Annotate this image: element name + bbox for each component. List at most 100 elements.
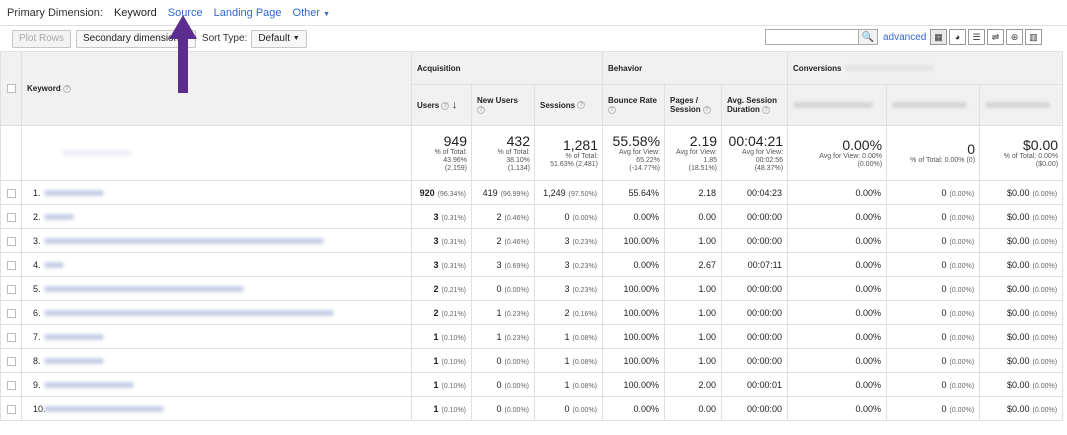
total-sub-line-1: Avg for View: xyxy=(619,149,661,156)
table-row[interactable]: 8. 1 (0.10%) 0 (0.00%) 1 (0.08%) 100.00% 1.… xyxy=(0,348,1064,373)
row-checkbox[interactable] xyxy=(6,404,16,414)
sort-type-select[interactable]: Default ▼ xyxy=(251,29,307,48)
users-percent: (0.21%) xyxy=(441,310,466,318)
blurred-keyword[interactable] xyxy=(44,285,244,292)
table-row[interactable]: 3. 3 (0.31%) 2 (0.46%) 3 (0.23%) 100.00% 1.… xyxy=(0,228,1064,253)
bounce-rate-column-header[interactable]: Bounce Rate? xyxy=(602,84,666,126)
conversion-value-cell: $0.00 (0.00%) xyxy=(979,228,1064,253)
bounce-rate-cell: 100.00% xyxy=(602,372,666,397)
help-icon[interactable]: ? xyxy=(441,101,450,110)
new-users-value: 0 xyxy=(496,355,502,366)
table-view-icon[interactable]: ▦ xyxy=(930,29,947,45)
goal-selector-blurred[interactable] xyxy=(843,64,934,71)
table-row[interactable]: 1. 920 (96.34%) 419 (96.99%) 1,249 (97.50%)… xyxy=(0,180,1064,205)
blurred-keyword[interactable] xyxy=(44,357,104,364)
keyword-cell[interactable]: 7. xyxy=(21,324,412,349)
total-sub-line-1: % of Total: xyxy=(565,153,599,160)
new-users-cell: 0 (0.00%) xyxy=(471,348,535,373)
table-row[interactable]: 9. 1 (0.10%) 0 (0.00%) 1 (0.08%) 100.00% 2.… xyxy=(0,372,1064,397)
sort-desc-arrow-icon[interactable]: ↓ xyxy=(452,99,458,111)
conversion-col1-header[interactable] xyxy=(787,84,888,126)
row-checkbox[interactable] xyxy=(6,188,16,198)
pie-view-icon[interactable]: ◕ xyxy=(949,29,966,45)
pivot-view-icon[interactable]: ▥ xyxy=(1025,29,1042,45)
conversion-value-cell: $0.00 (0.00%) xyxy=(979,204,1064,229)
users-value: 1 xyxy=(433,331,439,342)
blurred-keyword[interactable] xyxy=(44,405,164,412)
conversion-rate-cell: 0.00% xyxy=(787,324,888,349)
conversion-col2-header[interactable] xyxy=(886,84,981,126)
blurred-keyword[interactable] xyxy=(44,213,74,220)
sessions-value: 0 xyxy=(564,211,570,222)
table-row[interactable]: 6. 2 (0.21%) 1 (0.23%) 2 (0.16%) 100.00% 1.… xyxy=(0,300,1064,325)
sessions-cell: 0 (0.00%) xyxy=(533,204,604,229)
row-checkbox[interactable] xyxy=(6,308,16,318)
users-column-header[interactable]: Users ? ↓ xyxy=(411,84,472,126)
row-checkbox[interactable] xyxy=(6,332,16,342)
keyword-cell[interactable]: 9. xyxy=(21,372,412,397)
keyword-cell[interactable]: 2. xyxy=(21,204,412,229)
blurred-keyword[interactable] xyxy=(44,381,134,388)
table-row[interactable]: 5. 2 (0.21%) 0 (0.00%) 3 (0.23%) 100.00% 1.… xyxy=(0,276,1064,301)
table-row[interactable]: 2. 3 (0.31%) 2 (0.46%) 0 (0.00%) 0.00% 0.00… xyxy=(0,204,1064,229)
help-icon[interactable]: ? xyxy=(577,101,586,110)
row-index: 4. xyxy=(33,259,41,270)
dimension-keyword: Keyword xyxy=(113,6,157,19)
plot-rows-button[interactable]: Plot Rows xyxy=(12,29,72,48)
keyword-cell[interactable]: 6. xyxy=(21,300,412,325)
sessions-column-header[interactable]: Sessions ? xyxy=(533,84,604,126)
users-value: 1 xyxy=(433,355,439,366)
row-checkbox[interactable] xyxy=(6,284,16,294)
dimension-landing-page-link[interactable]: Landing Page xyxy=(214,7,282,19)
conversion-count-cell: 0 (0.00%) xyxy=(886,228,981,253)
row-checkbox[interactable] xyxy=(6,260,16,270)
performance-view-icon[interactable]: ☰ xyxy=(968,29,985,45)
row-checkbox[interactable] xyxy=(6,356,16,366)
conversion-count-percent: (0.00%) xyxy=(949,358,975,366)
blurred-keyword[interactable] xyxy=(44,333,104,340)
keyword-cell[interactable]: 4. xyxy=(21,252,412,277)
help-icon[interactable]: ? xyxy=(477,105,485,114)
pages-session-column-header[interactable]: Pages / Session ? xyxy=(664,84,723,126)
secondary-dimension-label: Secondary dimension xyxy=(83,33,180,44)
table-search-input[interactable]: 🔍 xyxy=(765,29,878,45)
bounce-rate-cell: 0.00% xyxy=(602,396,666,421)
advanced-filter-link[interactable]: advanced xyxy=(883,32,926,43)
table-row[interactable]: 10. 1 (0.10%) 0 (0.00%) 0 (0.00%) 0.00% 0.0… xyxy=(0,396,1064,421)
row-checkbox[interactable] xyxy=(6,380,16,390)
conversion-count-percent: (0.00%) xyxy=(949,238,975,246)
term-cloud-view-icon[interactable]: ⊛ xyxy=(1006,29,1023,45)
help-icon[interactable]: ? xyxy=(63,84,72,93)
keyword-cell[interactable]: 5. xyxy=(21,276,412,301)
row-index: 8. xyxy=(33,355,41,366)
avg-session-duration-column-header[interactable]: Avg. Session Duration ? xyxy=(721,84,789,126)
select-all-checkbox[interactable] xyxy=(6,84,16,94)
view-toggle-group: ▦ ◕ ☰ ⇌ ⊛ ▥ xyxy=(930,29,1044,45)
blurred-keyword[interactable] xyxy=(44,237,324,244)
table-row[interactable]: 7. 1 (0.10%) 1 (0.23%) 1 (0.08%) 100.00% 1.… xyxy=(0,324,1064,349)
total-value: 55.58% xyxy=(612,133,661,149)
blurred-keyword[interactable] xyxy=(44,309,334,316)
row-checkbox[interactable] xyxy=(6,212,16,222)
keyword-cell[interactable]: 8. xyxy=(21,348,412,373)
help-icon[interactable]: ? xyxy=(608,105,617,114)
total-value: 949 xyxy=(443,133,467,149)
conversion-col3-header[interactable] xyxy=(979,84,1064,126)
blurred-keyword[interactable] xyxy=(44,189,104,196)
dimension-other-dropdown[interactable]: Other ▼ xyxy=(293,7,331,19)
comparison-view-icon[interactable]: ⇌ xyxy=(987,29,1004,45)
help-icon[interactable]: ? xyxy=(762,105,771,114)
blurred-keyword[interactable] xyxy=(44,261,64,268)
keyword-cell[interactable]: 10. xyxy=(21,396,412,421)
keyword-cell[interactable]: 1. xyxy=(21,180,412,205)
search-button[interactable]: 🔍 xyxy=(858,29,878,45)
new-users-column-header[interactable]: New Users? xyxy=(471,84,535,126)
conversion-value-percent: (0.00%) xyxy=(1032,358,1058,366)
row-checkbox[interactable] xyxy=(6,236,16,246)
keyword-column-header[interactable]: Keyword ? xyxy=(21,51,412,126)
table-row[interactable]: 4. 3 (0.31%) 3 (0.69%) 3 (0.23%) 0.00% 2.67… xyxy=(0,252,1064,277)
pages-session-cell: 2.67 xyxy=(664,252,723,277)
keyword-cell[interactable]: 3. xyxy=(21,228,412,253)
help-icon[interactable]: ? xyxy=(702,105,711,114)
conversion-rate-cell: 0.00% xyxy=(787,252,888,277)
